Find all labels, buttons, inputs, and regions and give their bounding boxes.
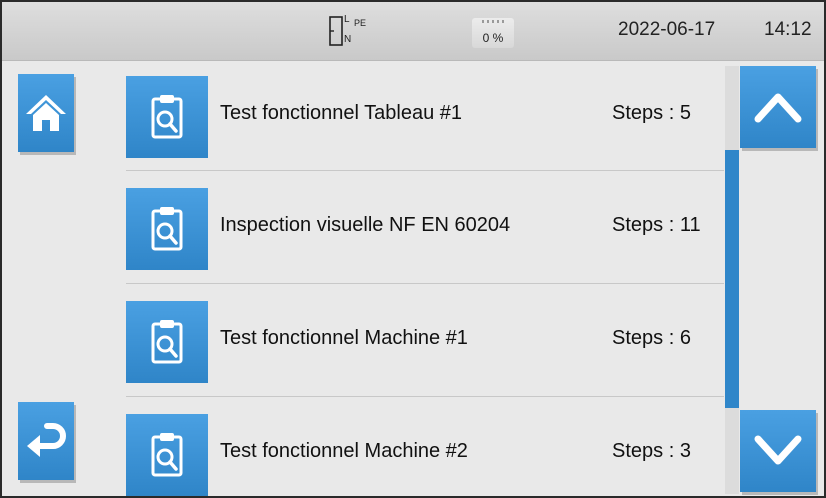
list-item[interactable]: Test fonctionnel Machine #2 Steps : 3 [126, 406, 724, 496]
row-divider [126, 283, 724, 284]
clipboard-search-icon [126, 414, 208, 496]
status-time: 14:12 [764, 19, 812, 40]
list-item[interactable]: Test fonctionnel Machine #1 Steps : 6 [126, 293, 724, 405]
connection-label-l: L [344, 14, 350, 25]
status-bar: L N PE 0 % 2022-06-17 14:12 [2, 2, 824, 61]
home-icon [26, 95, 66, 131]
list-item-steps: Steps : 6 [612, 327, 691, 349]
scroll-up-button[interactable] [740, 66, 816, 148]
scrollbar-thumb[interactable] [725, 150, 739, 408]
list-item-name: Inspection visuelle NF EN 60204 [220, 214, 511, 236]
return-arrow-icon [27, 423, 66, 457]
list-item[interactable]: Test fonctionnel Tableau #1 Steps : 5 [126, 68, 724, 180]
list-item-steps: Steps : 11 [612, 214, 701, 236]
chevron-up-icon [754, 93, 802, 123]
list-item-name: Test fonctionnel Machine #2 [220, 440, 468, 462]
clipboard-search-icon [126, 301, 208, 383]
clipboard-search-icon [126, 188, 208, 270]
list-item-steps: Steps : 3 [612, 440, 691, 462]
battery-percent: 0 % [482, 31, 504, 45]
list-item-steps: Steps : 5 [612, 102, 691, 124]
list-item-name: Test fonctionnel Machine #1 [220, 327, 468, 349]
list-item[interactable]: Inspection visuelle NF EN 60204 Steps : … [126, 180, 724, 292]
status-date: 2022-06-17 [618, 19, 716, 40]
row-divider [126, 396, 724, 397]
clipboard-search-icon [126, 76, 208, 158]
connection-label-pe: PE [354, 18, 367, 28]
scroll-down-button[interactable] [740, 410, 816, 492]
connection-label-n: N [344, 34, 352, 45]
battery-indicator: 0 % [472, 18, 514, 48]
list-item-name: Test fonctionnel Tableau #1 [220, 102, 463, 124]
home-button[interactable] [18, 74, 74, 152]
row-divider [126, 170, 724, 171]
app-screen: L N PE 0 % 2022-06-17 14:12 Test fonctio… [0, 0, 826, 498]
back-button[interactable] [18, 402, 74, 480]
chevron-down-icon [754, 435, 802, 465]
connection-icon: L N PE [328, 14, 376, 48]
battery-level-icon [482, 20, 504, 23]
